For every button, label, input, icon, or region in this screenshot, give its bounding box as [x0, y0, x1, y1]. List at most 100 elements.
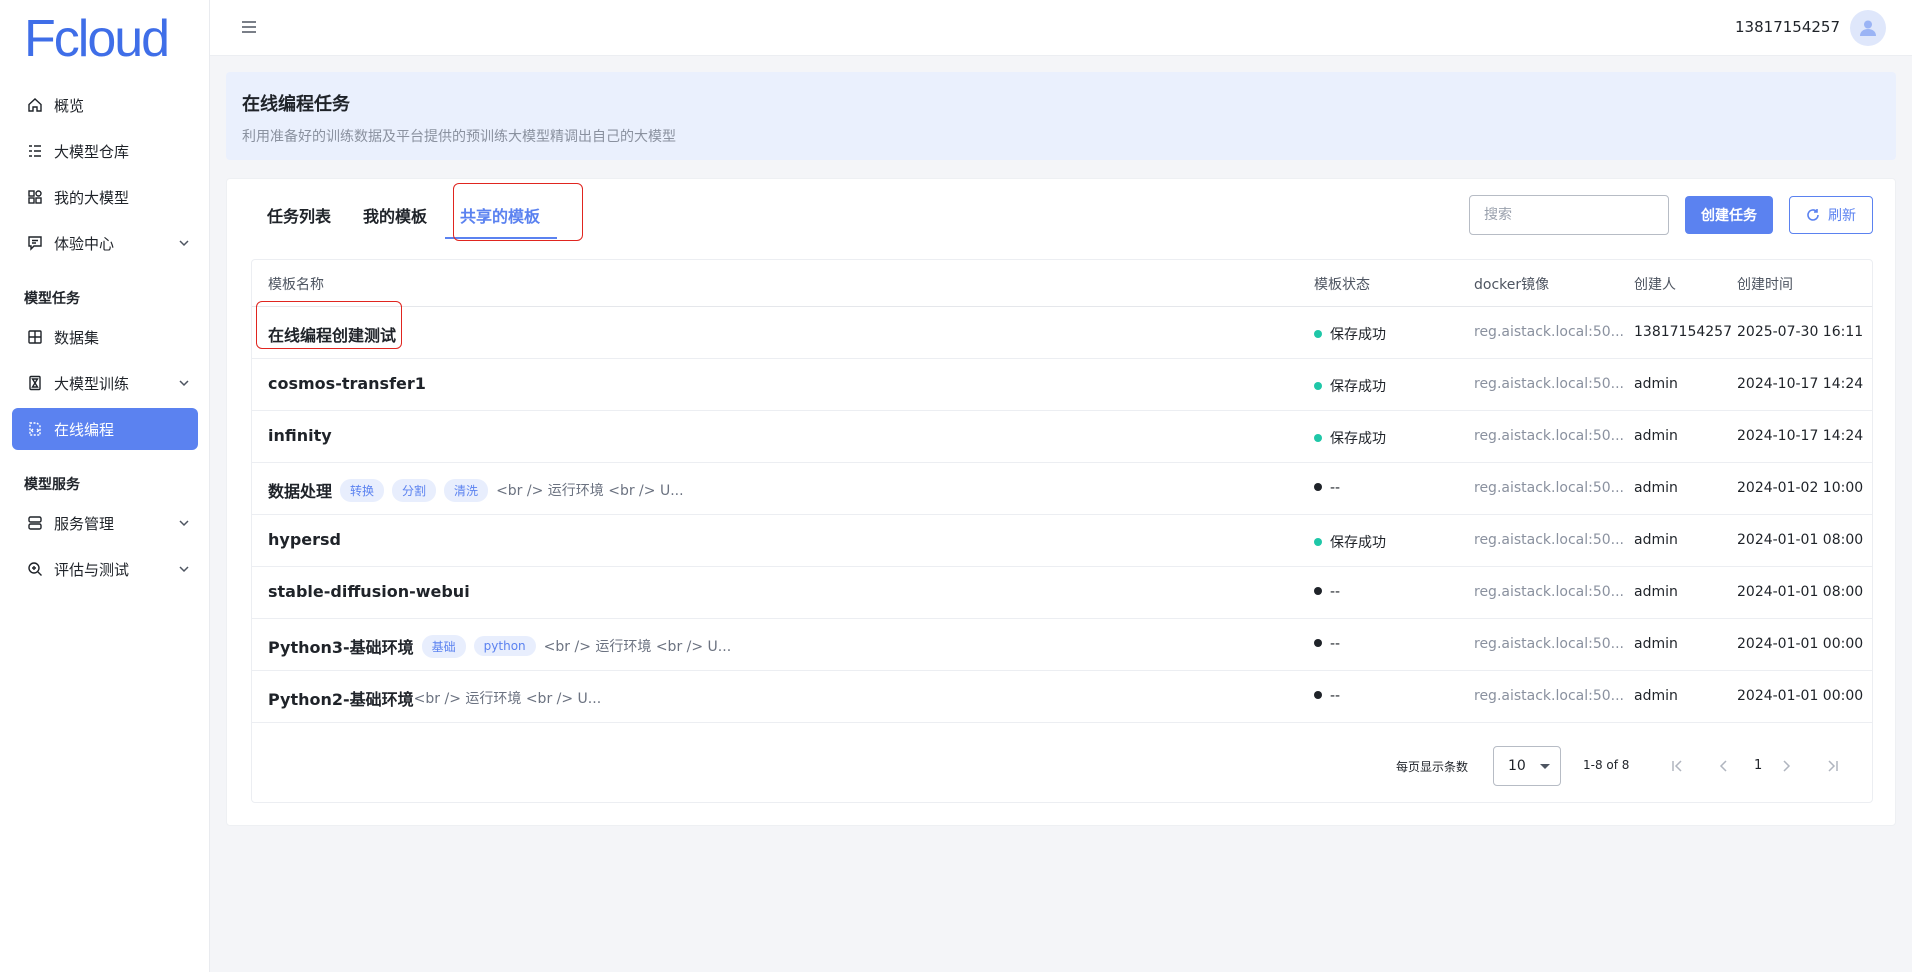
created-time-cell: 2024-10-17 14:24 — [1737, 428, 1864, 444]
col-template-status[interactable]: 模板状态 — [1314, 274, 1370, 294]
col-created-time[interactable]: 创建时间 — [1737, 274, 1793, 294]
chat-icon — [26, 234, 44, 252]
list-icon — [26, 142, 44, 160]
highlight-box — [453, 183, 583, 241]
template-name-cell[interactable]: hypersd — [268, 530, 341, 549]
table-row[interactable]: hypersd 保存成功 reg.aistack.local:50... admin 2… — [252, 515, 1872, 567]
prev-page-icon[interactable] — [1714, 756, 1734, 776]
docker-image-cell: reg.aistack.local:50... — [1474, 636, 1624, 652]
menu-toggle-icon[interactable] — [240, 18, 258, 36]
tab-my-templates[interactable]: 我的模板 — [363, 203, 427, 227]
status-dot-icon — [1314, 330, 1322, 338]
refresh-icon — [1807, 209, 1819, 221]
sidebar-item-overview[interactable]: 概览 — [12, 84, 198, 126]
per-page-select[interactable]: 10 — [1493, 746, 1561, 786]
template-name-cell[interactable]: Python3-基础环境 基础 python <br /> 运行环境 <br /> U… — [268, 634, 731, 658]
sidebar-item-training[interactable]: 大模型训练 — [12, 362, 198, 404]
docker-image-cell: reg.aistack.local:50... — [1474, 584, 1624, 600]
status-cell: -- — [1314, 688, 1340, 704]
sidebar-item-label: 体验中心 — [54, 234, 115, 253]
sidebar-item-my-models[interactable]: 我的大模型 — [12, 176, 198, 218]
template-name[interactable]: 数据处理 — [268, 478, 332, 502]
refresh-button[interactable]: 刷新 — [1789, 196, 1873, 234]
user-name[interactable]: 13817154257 — [1735, 18, 1840, 36]
created-time-cell: 2024-01-01 08:00 — [1737, 532, 1864, 548]
sidebar-item-datasets[interactable]: 数据集 — [12, 316, 198, 358]
caret-down-icon — [1540, 764, 1550, 769]
template-name[interactable]: cosmos-transfer1 — [268, 374, 426, 393]
status-text: 保存成功 — [1330, 379, 1386, 395]
current-page[interactable]: 1 — [1754, 758, 1762, 773]
creator-cell: admin — [1634, 636, 1678, 652]
sidebar-item-model-repo[interactable]: 大模型仓库 — [12, 130, 198, 172]
template-name-cell[interactable]: 数据处理 转换 分割 清洗 <br /> 运行环境 <br /> U... — [268, 478, 684, 502]
chevron-down-icon — [179, 240, 189, 247]
template-name-cell[interactable]: cosmos-transfer1 — [268, 374, 426, 393]
template-name-cell[interactable]: infinity — [268, 426, 332, 445]
last-page-icon[interactable] — [1822, 756, 1842, 776]
template-name-cell[interactable]: stable-diffusion-webui — [268, 582, 470, 601]
grid-icon — [26, 188, 44, 206]
creator-cell: admin — [1634, 480, 1678, 496]
status-text: -- — [1330, 584, 1341, 600]
sidebar-item-label: 我的大模型 — [54, 188, 130, 207]
templates-table: 模板名称 模板状态 docker镜像 创建人 创建时间 在线编程创建测试 保存成功… — [251, 259, 1873, 803]
template-name[interactable]: hypersd — [268, 530, 341, 549]
status-cell: 保存成功 — [1314, 376, 1386, 396]
table-row[interactable]: Python3-基础环境 基础 python <br /> 运行环境 <br /> U… — [252, 619, 1872, 671]
sidebar-item-label: 大模型仓库 — [54, 142, 130, 161]
template-name-cell[interactable]: Python2-基础环境 <br /> 运行环境 <br /> U... — [268, 686, 601, 710]
sidebar-item-evaluation[interactable]: 评估与测试 — [12, 548, 198, 590]
page-range: 1-8 of 8 — [1583, 758, 1630, 772]
sidebar-item-service-management[interactable]: 服务管理 — [12, 502, 198, 544]
next-page-icon[interactable] — [1776, 756, 1796, 776]
template-tag: 分割 — [392, 478, 437, 502]
template-name[interactable]: stable-diffusion-webui — [268, 582, 470, 601]
per-page-value: 10 — [1508, 758, 1526, 774]
fcloud-logo[interactable]: Fcloud — [24, 8, 186, 64]
template-tag: 清洗 — [444, 478, 489, 502]
template-name[interactable]: Python3-基础环境 — [268, 634, 414, 658]
creator-cell: admin — [1634, 584, 1678, 600]
sidebar-item-online-coding[interactable]: 在线编程 — [12, 408, 198, 450]
sidebar-item-experience[interactable]: 体验中心 — [12, 222, 198, 264]
table-row[interactable]: Python2-基础环境 <br /> 运行环境 <br /> U... -- reg… — [252, 671, 1872, 723]
page-subtitle: 利用准备好的训练数据及平台提供的预训练大模型精调出自己的大模型 — [242, 129, 676, 145]
template-name[interactable]: infinity — [268, 426, 332, 445]
docker-image-cell: reg.aistack.local:50... — [1474, 376, 1624, 392]
avatar[interactable] — [1850, 10, 1886, 46]
creator-cell: 13817154257 — [1634, 324, 1732, 340]
status-dot-icon — [1314, 483, 1322, 491]
col-template-name[interactable]: 模板名称 — [268, 274, 324, 294]
table-row[interactable]: 在线编程创建测试 保存成功 reg.aistack.local:50... 13817… — [252, 307, 1872, 359]
created-time-cell: 2024-01-02 10:00 — [1737, 480, 1864, 496]
status-cell: -- — [1314, 480, 1340, 496]
create-task-button[interactable]: 创建任务 — [1685, 196, 1773, 234]
status-cell: 保存成功 — [1314, 324, 1386, 344]
created-time-cell: 2024-01-01 08:00 — [1737, 584, 1864, 600]
table-row[interactable]: cosmos-transfer1 保存成功 reg.aistack.local:50… — [252, 359, 1872, 411]
templates-card: 任务列表 我的模板 共享的模板 创建任务 刷新 模板名称 模板状态 docker… — [226, 178, 1896, 826]
user-icon — [1860, 20, 1876, 36]
creator-cell: admin — [1634, 532, 1678, 548]
search-input[interactable] — [1469, 195, 1669, 235]
table-row[interactable]: 数据处理 转换 分割 清洗 <br /> 运行环境 <br /> U... -- reg.a… — [252, 463, 1872, 515]
refresh-label: 刷新 — [1828, 207, 1856, 223]
first-page-icon[interactable] — [1668, 756, 1688, 776]
template-name[interactable]: Python2-基础环境 — [268, 686, 414, 710]
per-page-label: 每页显示条数 — [1396, 760, 1469, 774]
status-text: -- — [1330, 688, 1341, 704]
top-bar: 13817154257 — [210, 0, 1912, 56]
sidebar-item-label: 服务管理 — [54, 514, 115, 533]
created-time-cell: 2024-10-17 14:24 — [1737, 376, 1864, 392]
table-row[interactable]: stable-diffusion-webui -- reg.aistack.loca… — [252, 567, 1872, 619]
col-creator[interactable]: 创建人 — [1634, 274, 1676, 294]
tab-task-list[interactable]: 任务列表 — [267, 203, 331, 227]
docker-image-cell: reg.aistack.local:50... — [1474, 324, 1624, 340]
table-row[interactable]: infinity 保存成功 reg.aistack.local:50... admin… — [252, 411, 1872, 463]
template-description: <br /> 运行环境 <br /> U... — [543, 639, 732, 655]
sidebar-item-label: 数据集 — [54, 328, 100, 347]
hourglass-icon — [26, 374, 44, 392]
col-docker-image[interactable]: docker镜像 — [1474, 274, 1549, 294]
chevron-down-icon — [179, 520, 189, 527]
